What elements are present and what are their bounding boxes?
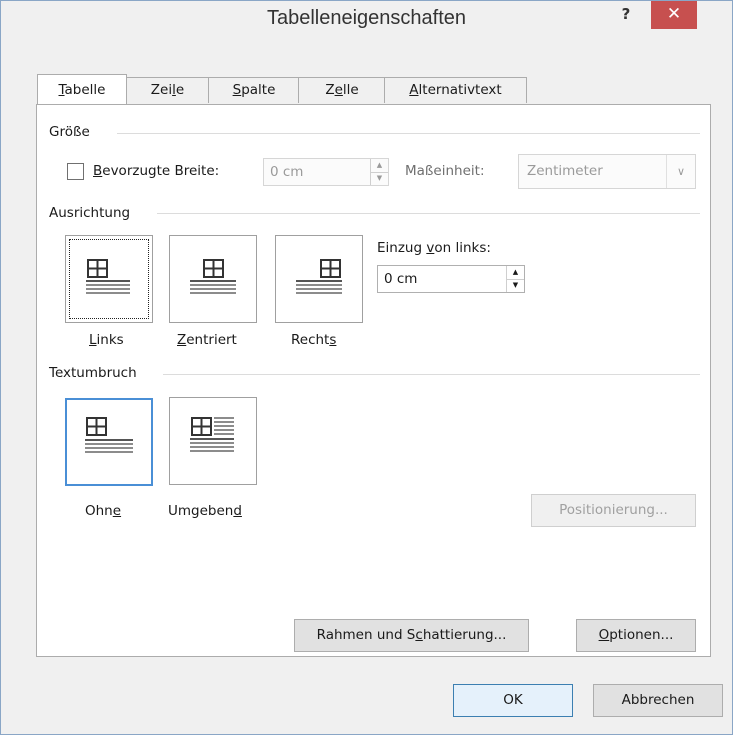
spin-up-icon[interactable]: ▲ [507,266,524,280]
cancel-button[interactable]: Abbrechen [593,684,723,717]
align-left-option[interactable] [65,235,153,323]
group-divider [117,133,700,134]
table-align-center-icon [190,259,236,294]
wrap-around-label[interactable]: Umgebend [168,503,242,519]
group-divider [163,374,700,375]
align-center-label[interactable]: Zentriert [177,332,237,348]
group-divider [157,213,700,214]
unit-select-value: Zentimeter [527,163,603,179]
wrap-around-option[interactable] [169,397,257,485]
spin-down-icon[interactable]: ▼ [507,279,524,292]
indent-value: 0 cm [384,271,418,287]
group-heading-groesse: Größe [49,124,96,140]
tab-alternativtext[interactable]: Alternativtext [384,77,527,103]
preferred-width-label[interactable]: Bevorzugte Breite: [93,163,219,179]
title-bar: Tabelleneigenschaften ? ✕ [1,1,732,37]
positioning-button[interactable]: Positionierung... [531,494,696,527]
tab-spalte[interactable]: Spalte [208,77,300,103]
group-heading-textumbruch: Textumbruch [49,365,143,381]
table-properties-dialog: Tabelleneigenschaften ? ✕ Tabelle Zeile … [0,0,733,735]
wrap-none-label[interactable]: Ohne [85,503,121,519]
align-center-option[interactable] [169,235,257,323]
align-left-label[interactable]: Links [89,332,124,348]
tab-panel-tabelle: Größe Bevorzugte Breite: 0 cm ▲ ▼ Maßein… [36,104,711,657]
indent-spinner[interactable]: 0 cm ▲ ▼ [377,265,525,293]
wrap-none-option[interactable] [65,398,153,486]
ok-button[interactable]: OK [453,684,573,717]
help-button[interactable]: ? [616,5,636,23]
unit-label: Maßeinheit: [405,163,485,179]
spin-up-icon[interactable]: ▲ [371,159,388,173]
close-button[interactable]: ✕ [651,1,697,29]
tab-tabelle[interactable]: Tabelle [37,74,127,104]
options-button[interactable]: Optionen... [576,619,696,652]
preferred-width-value: 0 cm [270,164,304,180]
group-heading-ausrichtung: Ausrichtung [49,205,137,221]
indent-label: Einzug von links: [377,240,491,256]
unit-select[interactable]: Zentimeter ∨ [518,154,696,189]
text-wrap-around-icon [190,417,234,452]
table-align-right-icon [296,259,342,294]
text-wrap-none-icon [85,417,133,453]
table-align-left-icon [86,259,130,294]
tab-zelle[interactable]: Zelle [298,77,386,103]
align-right-option[interactable] [275,235,363,323]
borders-shading-button[interactable]: Rahmen und Schattierung... [294,619,529,652]
align-right-label[interactable]: Rechts [291,332,336,348]
preferred-width-spinner[interactable]: 0 cm ▲ ▼ [263,158,389,186]
spin-down-icon[interactable]: ▼ [371,172,388,185]
preferred-width-checkbox[interactable] [67,163,84,180]
chevron-down-icon: ∨ [666,155,695,188]
tab-zeile[interactable]: Zeile [125,77,210,103]
